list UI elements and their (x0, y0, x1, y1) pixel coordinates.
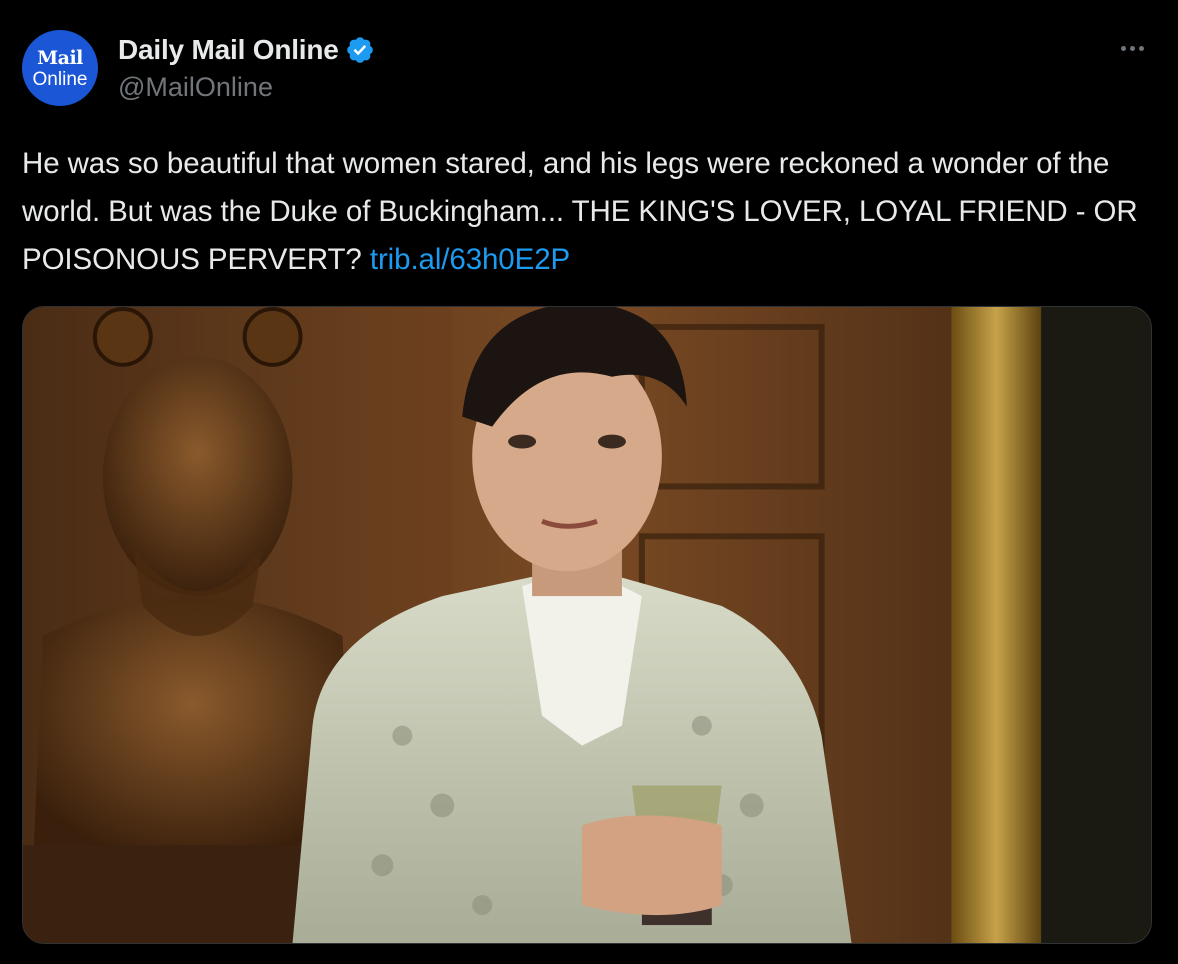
avatar[interactable]: Mail Online (22, 30, 98, 106)
tweet-card: Mail Online Daily Mail Online @MailOnlin… (0, 0, 1178, 964)
author-handle[interactable]: @MailOnline (118, 72, 273, 103)
avatar-logo-bottom: Online (32, 69, 88, 90)
carved-bust-head (102, 356, 293, 597)
verified-badge-icon (345, 35, 375, 65)
more-dot (1138, 45, 1144, 51)
hand (582, 815, 722, 916)
tweet-body: He was so beautiful that women stared, a… (22, 147, 1138, 276)
tweet-photo[interactable] (22, 306, 1152, 944)
display-name[interactable]: Daily Mail Online (118, 34, 339, 66)
tweet-link[interactable]: trib.al/63h0E2P (370, 243, 570, 276)
gold-frame (951, 307, 1042, 943)
more-options-button[interactable] (1112, 34, 1152, 62)
photo-illustration (23, 307, 1151, 943)
avatar-logo-top: Mail (37, 47, 83, 69)
tweet-text: He was so beautiful that women stared, a… (22, 140, 1142, 284)
more-horizontal-icon (1120, 45, 1126, 51)
more-dot (1129, 45, 1135, 51)
author-name-row: Daily Mail Online (118, 30, 375, 70)
